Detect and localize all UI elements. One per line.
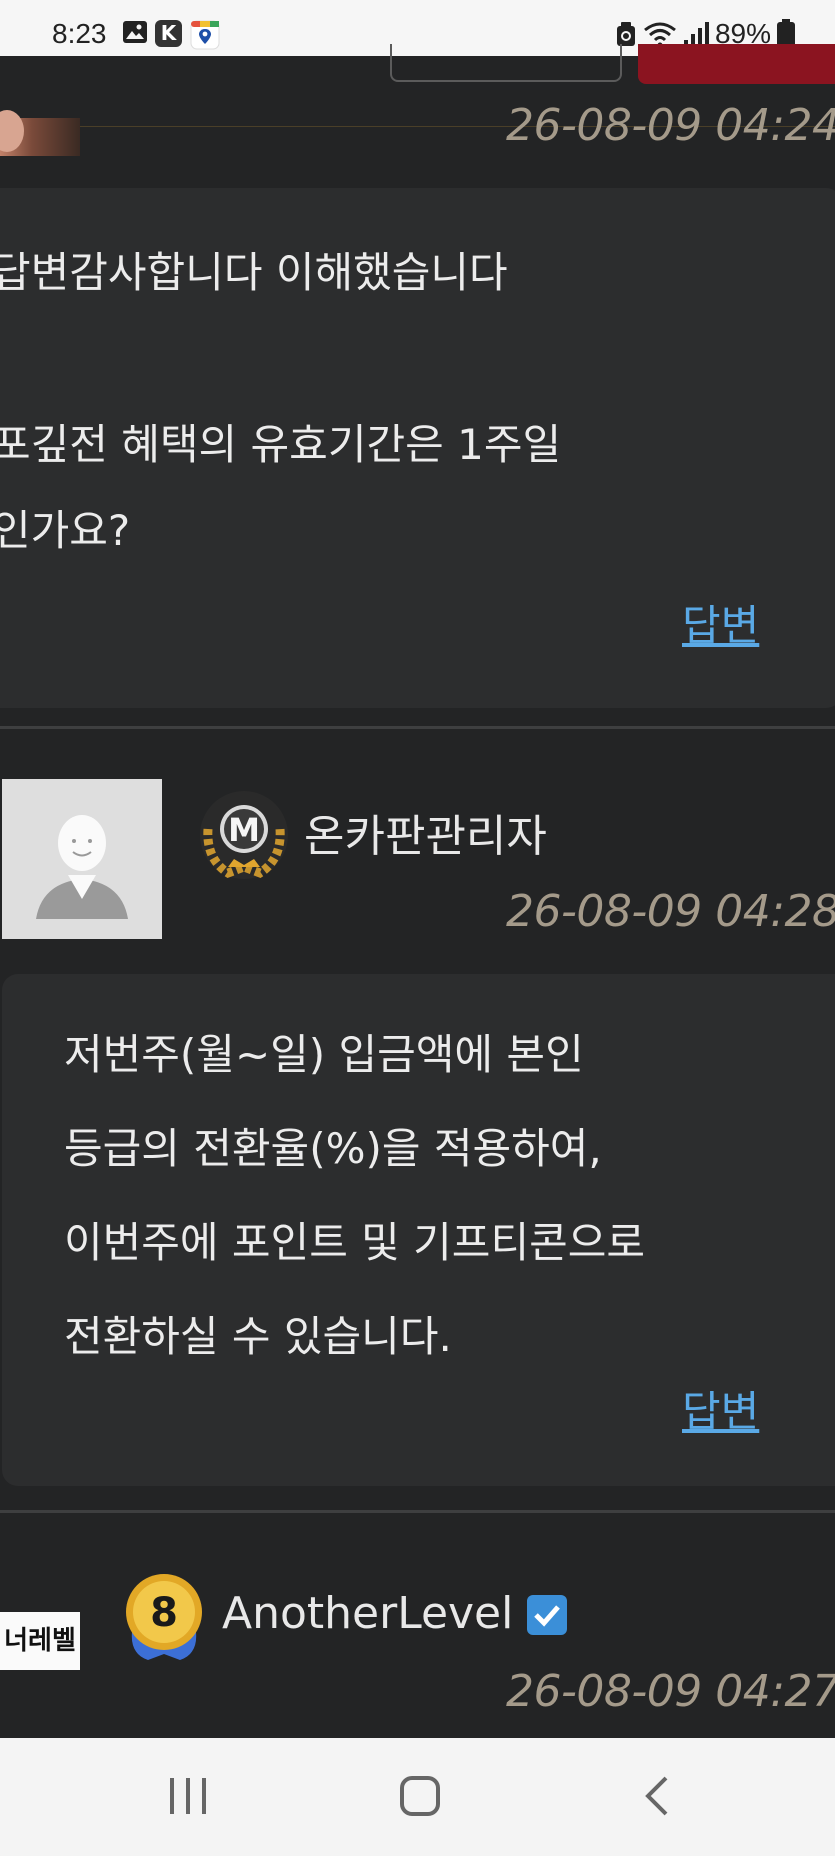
- default-avatar-icon: [2, 779, 162, 939]
- avatar[interactable]: [2, 779, 162, 939]
- reply-link[interactable]: 답변: [682, 592, 759, 653]
- comment-text-line: 전환하실 수 있습니다.: [64, 1312, 452, 1361]
- comment-text-line: 등급의 전환율(%)을 적용하여,: [64, 1124, 602, 1173]
- kakao-k-icon: K: [155, 20, 182, 47]
- comment-timestamp: 26-08-09 04:28: [506, 886, 835, 937]
- map-pin-icon: [190, 20, 220, 50]
- comment-divider: [0, 726, 835, 729]
- comment-text-line: 이번주에 포인트 및 기프티콘으로: [64, 1218, 646, 1267]
- system-nav-bar: [0, 1738, 835, 1856]
- status-time: 8:23: [52, 18, 107, 49]
- badge-number: 8: [150, 1590, 178, 1636]
- outlined-button-partial[interactable]: [390, 44, 622, 82]
- comment-timestamp: 26-08-09 04:27: [506, 1666, 835, 1717]
- level-badge-icon: 8: [126, 1574, 202, 1660]
- admin-badge-icon: M: [200, 791, 288, 879]
- avatar[interactable]: 너레벨: [0, 1612, 80, 1670]
- badge-letter: M: [228, 811, 260, 849]
- verified-check-icon: [527, 1595, 567, 1635]
- reply-link[interactable]: 답변: [682, 1378, 759, 1439]
- comment-timestamp: 26-08-09 04:24: [506, 100, 835, 151]
- comment-text-line: 포깊전 혜택의 유효기간은 1주일: [0, 420, 562, 469]
- comment-author[interactable]: 온카판관리자: [304, 800, 547, 864]
- comment-text-line: 답변감사합니다 이해했습니다: [0, 248, 508, 297]
- gallery-icon: [123, 21, 147, 43]
- comment-text-line: 인가요?: [0, 506, 131, 555]
- home-icon[interactable]: [398, 1774, 442, 1818]
- avatar-label: 너레벨: [4, 1626, 76, 1656]
- comment-author[interactable]: AnotherLevel: [222, 1588, 513, 1639]
- red-button-partial[interactable]: [638, 44, 835, 84]
- avatar: [0, 110, 80, 156]
- comment-divider: [0, 1510, 835, 1513]
- comment-text-line: 저번주(월~일) 입금액에 본인: [64, 1030, 584, 1079]
- recent-apps-icon[interactable]: [166, 1774, 210, 1818]
- back-icon[interactable]: [636, 1774, 680, 1818]
